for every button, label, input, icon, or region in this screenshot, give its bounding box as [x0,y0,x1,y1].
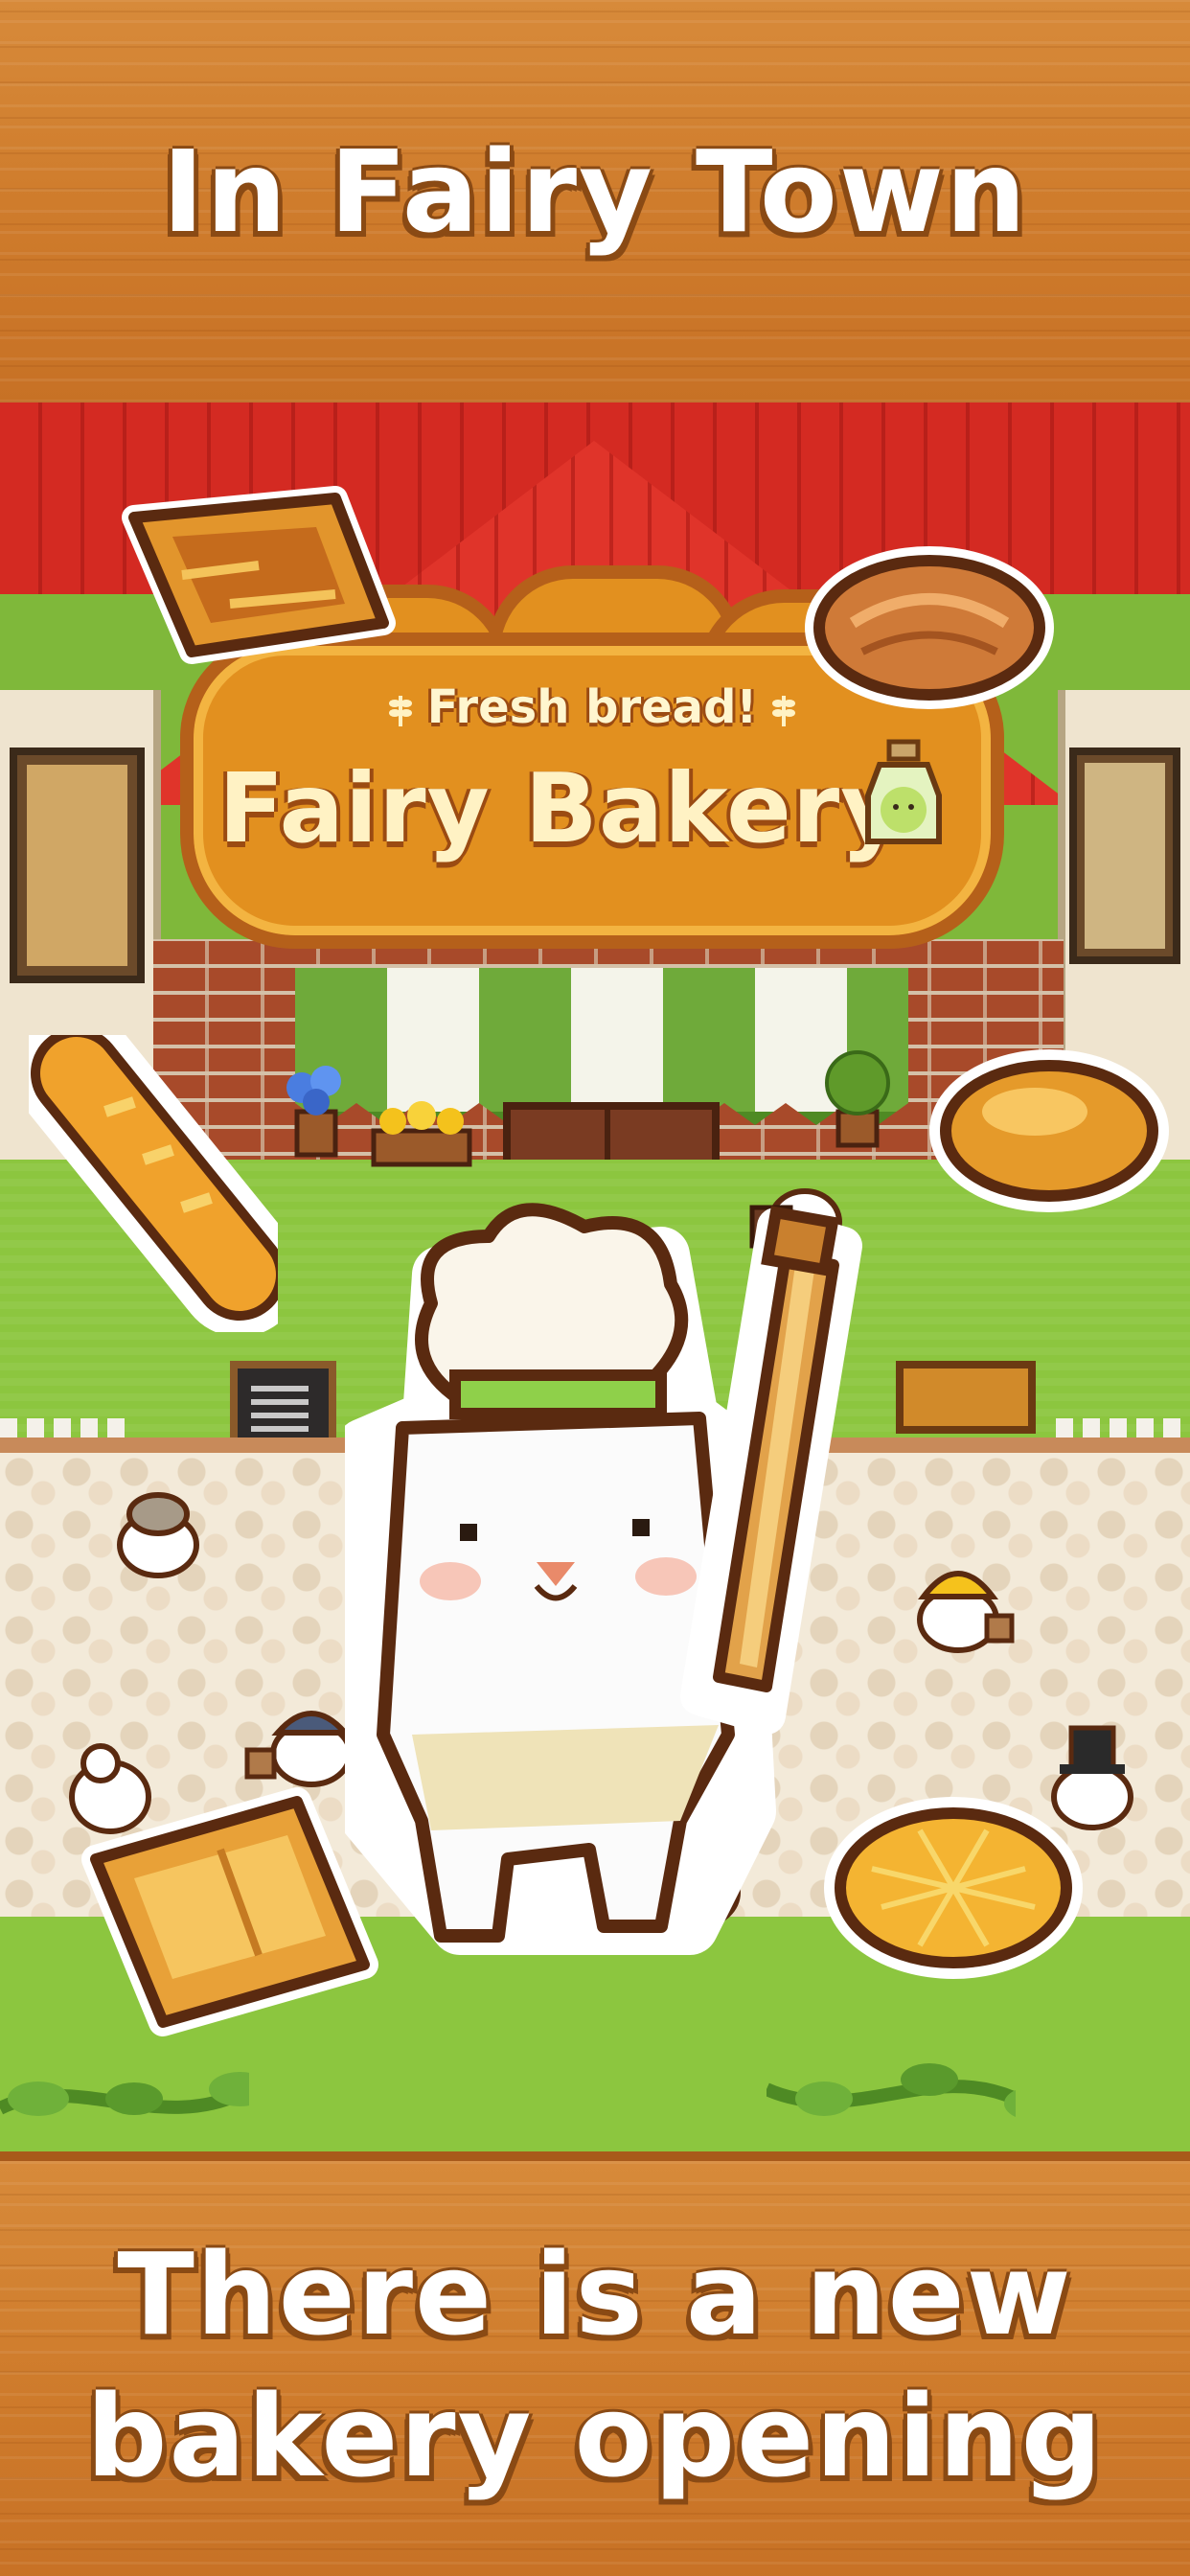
bread-loaf-icon [805,546,1054,709]
toast-loaf-icon [81,1787,378,2036]
vine-icon [0,2072,249,2116]
villager-cat-grey-hat-icon [117,1492,199,1578]
headline-bottom-line2: bakery opening [85,2370,1105,2502]
rolling-pin-icon [680,1206,862,1735]
jar-icon [865,739,942,844]
headline-bottom: There is a new bakery opening [0,2223,1190,2507]
headline-bottom-line1: There is a new [117,2228,1073,2360]
store-screenshot: In Fairy Town Fresh bread! Fairy Bakery … [0,0,1190,2576]
headline-top: In Fairy Town [162,126,1028,258]
croissant-icon [122,486,396,664]
bun-icon [929,1049,1169,1212]
sign-title: Fairy Bakery [218,752,904,864]
blue-flower-pot-icon [286,1066,341,1158]
left-shop-window [10,748,145,983]
bakery-scene: Fresh bread! Fairy Bakery [0,402,1190,2151]
baguette-icon [29,1035,278,1332]
yellow-flower-box-icon [371,1101,472,1167]
potted-tree-icon [825,1050,890,1148]
right-shop-window [1069,748,1180,964]
chef-cat-icon [345,1203,862,1955]
